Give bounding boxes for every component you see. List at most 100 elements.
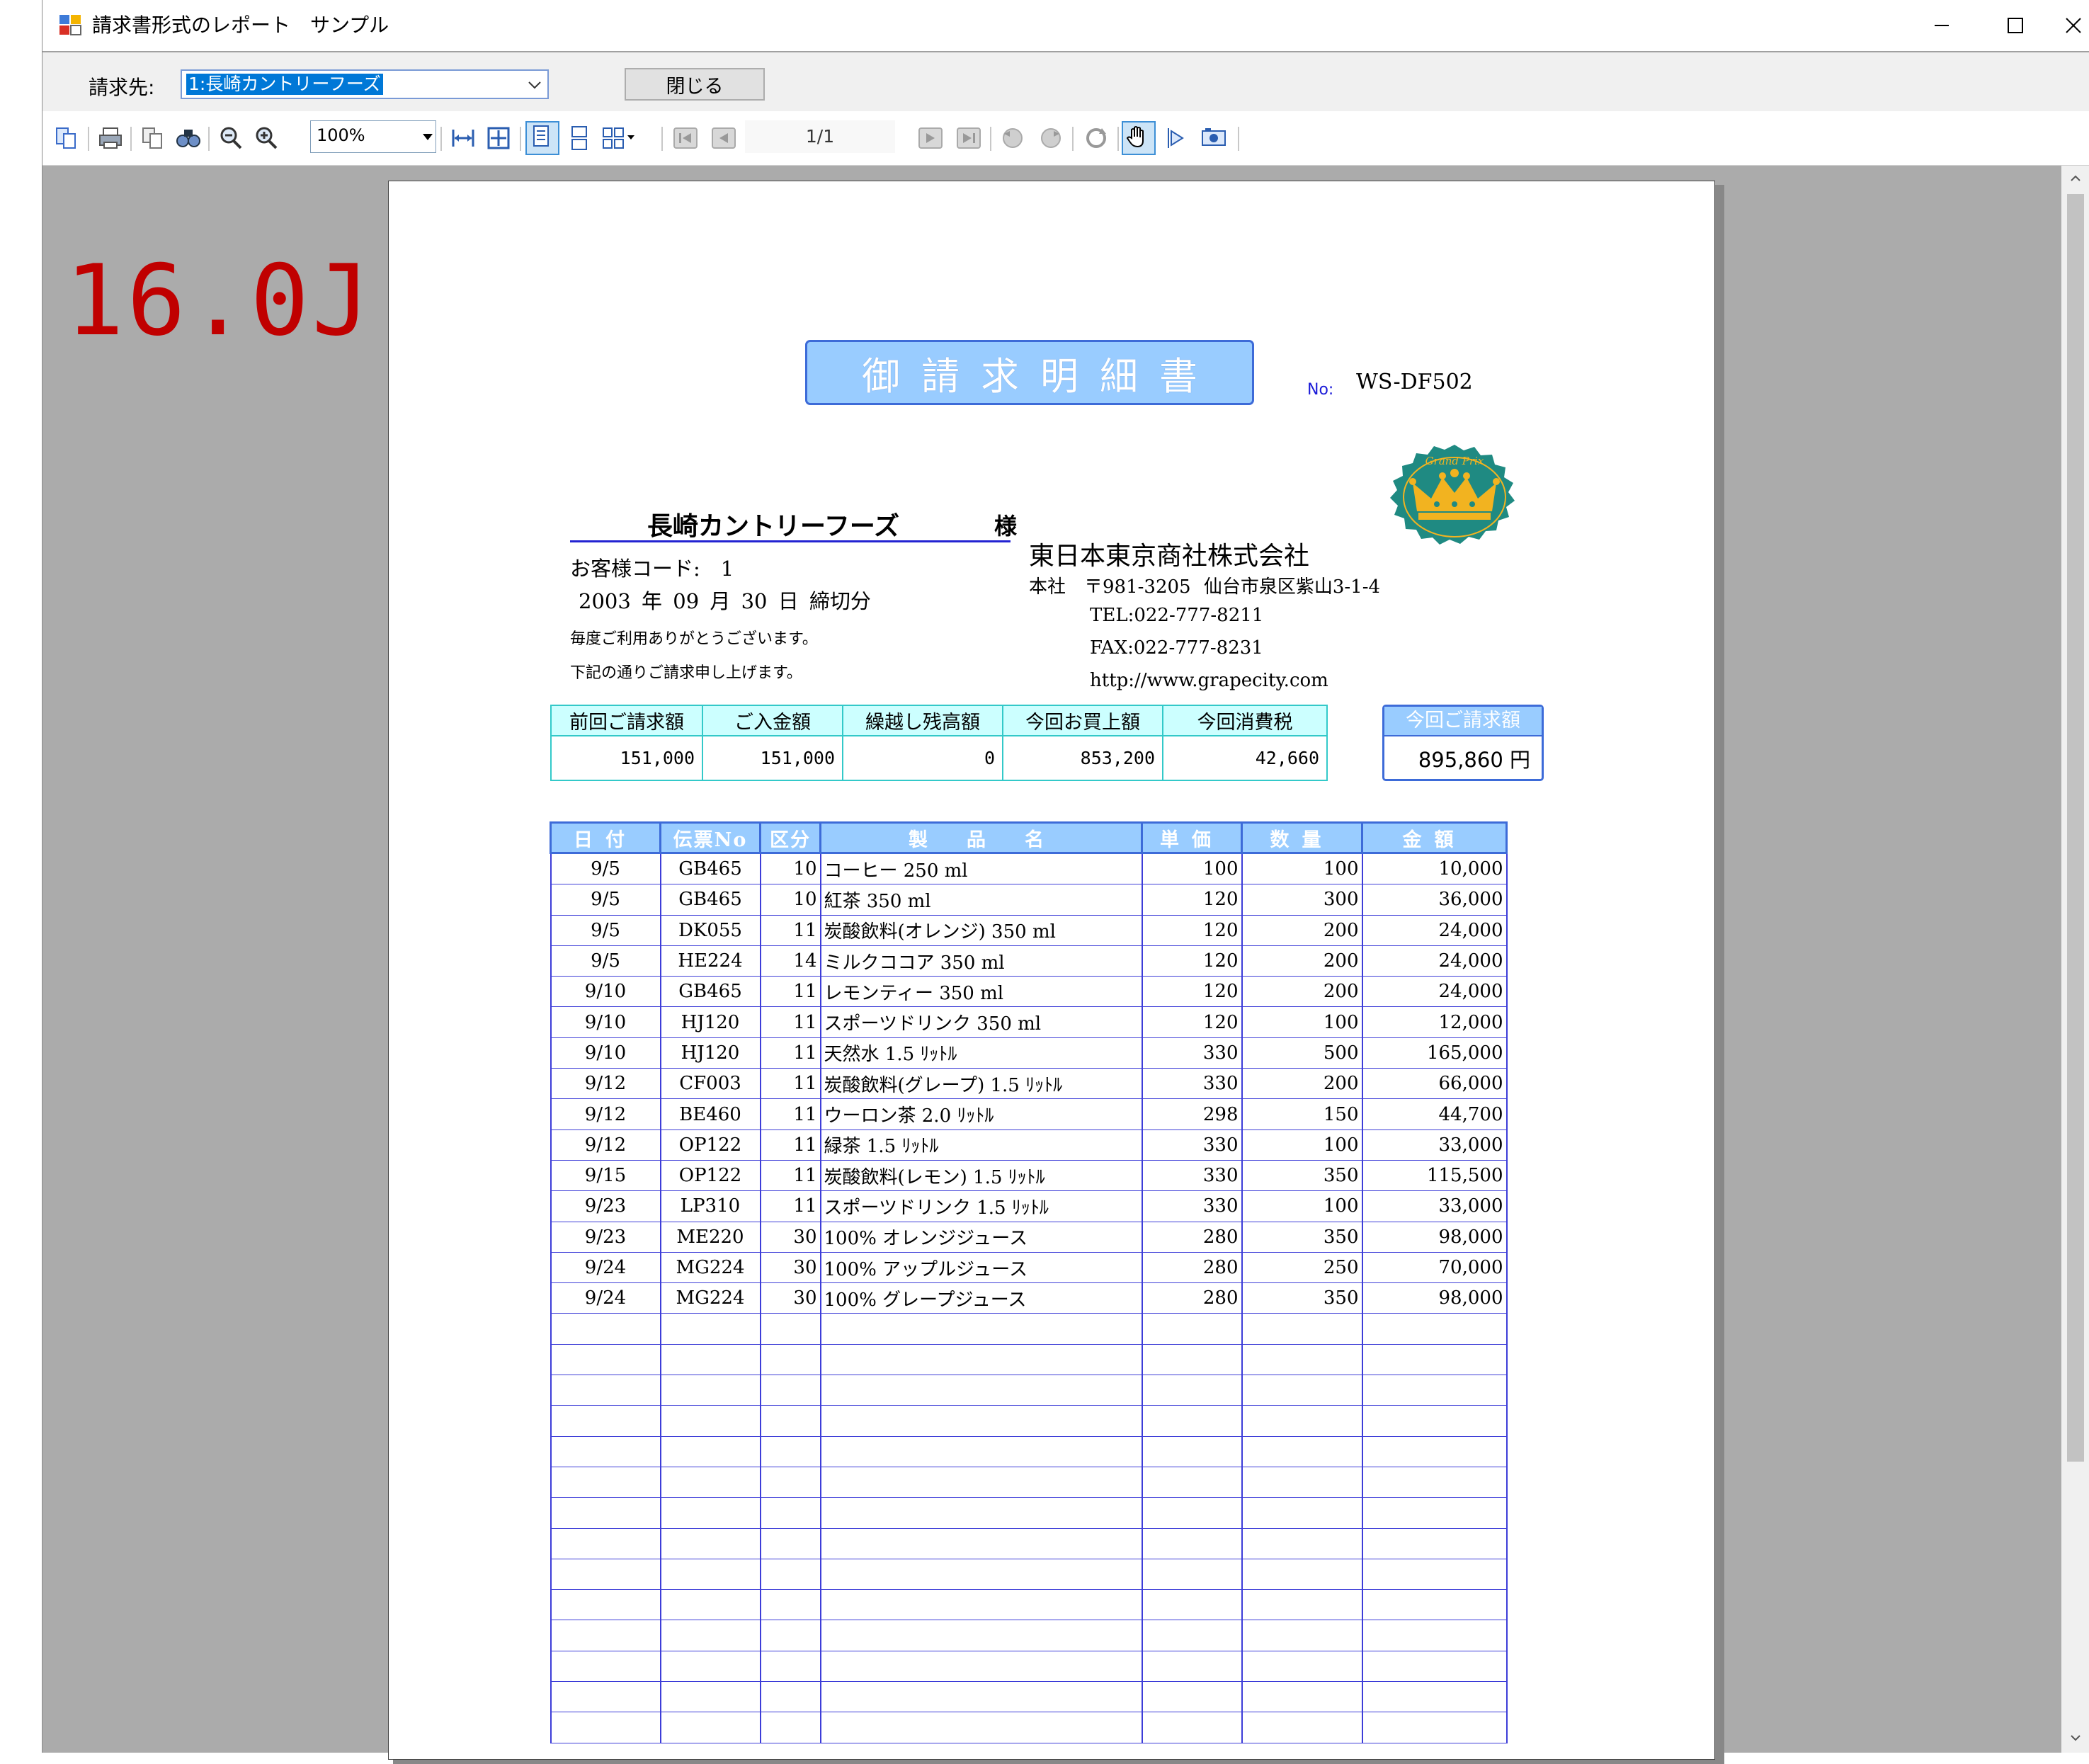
single-page-button[interactable] [525, 121, 559, 155]
table-row: 9/24 MG224 30 100% グレープジュース 280 350 98,000 [550, 1282, 1508, 1314]
snapshot-icon [1202, 128, 1226, 146]
maximize-button[interactable] [1983, 6, 2047, 45]
customer-combobox[interactable]: 1:長崎カントリーフーズ [181, 69, 549, 99]
minimize-button[interactable] [1910, 6, 1974, 45]
empty-cell [1241, 1620, 1363, 1651]
empty-cell [659, 1620, 761, 1651]
back-button[interactable] [998, 124, 1027, 152]
cell-unit-price: 280 [1141, 1251, 1243, 1284]
cell-unit-price: 280 [1141, 1221, 1243, 1253]
scroll-up-icon[interactable] [2068, 171, 2083, 186]
empty-cell [659, 1681, 761, 1713]
empty-cell [819, 1558, 1143, 1591]
continuous-button[interactable] [565, 124, 593, 152]
seal-text: Grand Prix [1425, 455, 1484, 467]
find-icon [176, 130, 200, 147]
cell-amount: 66,000 [1361, 1068, 1508, 1100]
company-url: http://www.grapecity.com [1090, 670, 1328, 691]
report-viewer[interactable]: 16.0J 御請求明細書 No: WS-DF502 Grand Prix 長崎カ… [42, 166, 2061, 1764]
copy-button[interactable] [139, 124, 167, 152]
summary-header: 前回ご請求額 [550, 705, 703, 736]
cell-unit-price: 330 [1141, 1037, 1243, 1069]
forward-button[interactable] [1037, 124, 1065, 152]
scroll-thumb[interactable] [2067, 194, 2084, 1462]
cell-slip-no: MG224 [659, 1282, 761, 1314]
page-number-box[interactable]: 1/1 [745, 120, 895, 153]
zoom-out-button[interactable] [217, 124, 245, 152]
empty-cell [1361, 1558, 1508, 1591]
cell-product: スポーツドリンク 1.5 ﾘｯﾄﾙ [819, 1190, 1143, 1222]
empty-cell [1141, 1405, 1243, 1437]
last-page-icon [957, 127, 981, 149]
empty-cell [550, 1527, 661, 1559]
cell-product: 100% グレープジュース [819, 1282, 1143, 1314]
cell-quantity: 200 [1241, 976, 1363, 1008]
table-row: 9/23 ME220 30 100% オレンジジュース 280 350 98,000 [550, 1221, 1508, 1253]
cell-quantity: 200 [1241, 945, 1363, 977]
cell-date: 9/12 [550, 1098, 661, 1130]
company-fax: FAX:022-777-8231 [1090, 637, 1263, 659]
empty-table-row [550, 1620, 1508, 1651]
customer-label: 請求先: [89, 76, 155, 99]
cell-date: 9/24 [550, 1282, 661, 1314]
minimize-icon [1935, 25, 1949, 26]
multipage-button[interactable] [600, 124, 637, 152]
summary-table: 前回ご請求額 ご入金額 繰越し残高額 今回お買上額 今回消費税 151,000 … [550, 705, 1328, 782]
cell-amount: 24,000 [1361, 914, 1508, 946]
cell-category: 11 [759, 914, 821, 946]
customer-bar: 請求先: 1:長崎カントリーフーズ 閉じる [42, 51, 2089, 113]
empty-cell [1241, 1435, 1363, 1467]
empty-cell [659, 1435, 761, 1467]
fit-page-button[interactable] [484, 124, 513, 152]
pan-button[interactable] [1122, 121, 1156, 155]
empty-cell [1141, 1681, 1243, 1713]
empty-cell [1361, 1589, 1508, 1621]
cell-category: 11 [759, 1068, 821, 1100]
report-title-box: 御請求明細書 [805, 340, 1254, 405]
empty-cell [1141, 1375, 1243, 1406]
cell-date: 9/10 [550, 1037, 661, 1069]
empty-cell [550, 1313, 661, 1345]
print-button[interactable] [96, 124, 125, 152]
empty-cell [550, 1375, 661, 1406]
last-page-button[interactable] [955, 124, 983, 152]
select-button[interactable] [1161, 124, 1190, 152]
column-header-quantity: 数量 [1241, 821, 1363, 854]
close-window-button[interactable] [2057, 6, 2089, 45]
snapshot-button[interactable] [1200, 124, 1228, 152]
empty-cell [759, 1712, 821, 1743]
close-report-button[interactable]: 閉じる [625, 68, 765, 101]
empty-cell [1361, 1405, 1508, 1437]
first-page-button[interactable] [671, 124, 700, 152]
cell-product: 炭酸飲料(レモン) 1.5 ﾘｯﾄﾙ [819, 1159, 1143, 1192]
empty-table-row [550, 1558, 1508, 1591]
empty-cell [550, 1558, 661, 1591]
cell-category: 11 [759, 976, 821, 1008]
empty-cell [1361, 1375, 1508, 1406]
vertical-scrollbar[interactable] [2061, 166, 2089, 1753]
total-box: 今回ご請求額 895,860 円 [1382, 705, 1544, 781]
cell-quantity: 250 [1241, 1251, 1363, 1284]
empty-cell [659, 1405, 761, 1437]
cell-slip-no: HJ120 [659, 1006, 761, 1038]
prev-page-button[interactable] [710, 124, 738, 152]
fit-width-icon [452, 130, 474, 147]
window-title: 請求書形式のレポート サンプル [92, 13, 389, 37]
page-indicator: 1/1 [805, 126, 835, 147]
greeting-line-1: 毎度ご利用ありがとうございます。 [570, 630, 818, 648]
toc-button[interactable] [52, 124, 81, 152]
company-tel: TEL:022-777-8211 [1090, 605, 1264, 626]
version-label: 16.0J [65, 244, 374, 358]
next-page-button[interactable] [916, 124, 945, 152]
empty-cell [1141, 1620, 1243, 1651]
find-button[interactable] [174, 124, 203, 152]
scroll-down-icon[interactable] [2068, 1731, 2083, 1745]
fit-width-button[interactable] [449, 124, 477, 152]
zoom-combobox[interactable]: 100% [310, 120, 436, 153]
cell-quantity: 100 [1241, 1190, 1363, 1222]
zoom-in-button[interactable] [252, 124, 280, 152]
cell-quantity: 350 [1241, 1221, 1363, 1253]
empty-cell [819, 1435, 1143, 1467]
empty-table-row [550, 1589, 1508, 1621]
refresh-button[interactable] [1082, 124, 1110, 152]
